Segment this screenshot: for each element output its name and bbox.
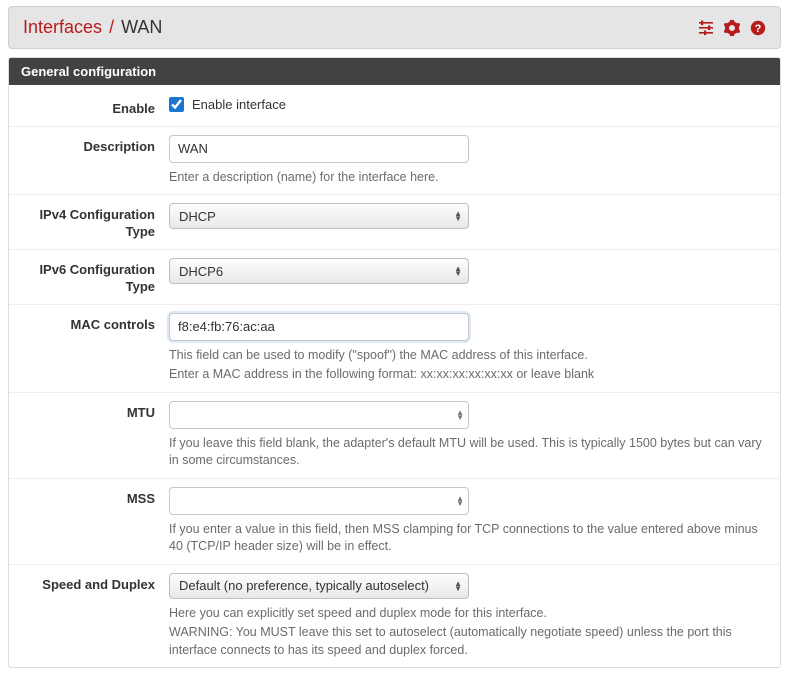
speed-help-2: WARNING: You MUST leave this set to auto… <box>169 624 768 659</box>
label-mtu: MTU <box>9 401 169 470</box>
label-description: Description <box>9 135 169 187</box>
speed-duplex-value: Default (no preference, typically autose… <box>179 578 429 593</box>
row-ipv4-type: IPv4 Configuration Type DHCP ▲▼ <box>9 194 780 249</box>
label-enable: Enable <box>9 97 169 118</box>
mac-help-2: Enter a MAC address in the following for… <box>169 366 768 384</box>
label-mss: MSS <box>9 487 169 556</box>
help-icon[interactable]: ? <box>750 20 766 36</box>
chevron-updown-icon: ▲▼ <box>454 211 462 221</box>
row-description: Description Enter a description (name) f… <box>9 126 780 195</box>
label-ipv4-type: IPv4 Configuration Type <box>9 203 169 241</box>
speed-duplex-select[interactable]: Default (no preference, typically autose… <box>169 573 469 599</box>
ipv6-type-select[interactable]: DHCP6 ▲▼ <box>169 258 469 284</box>
svg-text:?: ? <box>755 23 762 35</box>
label-speed-duplex: Speed and Duplex <box>9 573 169 660</box>
ipv4-type-select[interactable]: DHCP ▲▼ <box>169 203 469 229</box>
row-ipv6-type: IPv6 Configuration Type DHCP6 ▲▼ <box>9 249 780 304</box>
label-ipv6-type: IPv6 Configuration Type <box>9 258 169 296</box>
ipv4-type-value: DHCP <box>179 209 216 224</box>
breadcrumb: Interfaces / WAN <box>23 17 162 38</box>
breadcrumb-root[interactable]: Interfaces <box>23 17 102 37</box>
page-header: Interfaces / WAN ? <box>8 6 781 49</box>
general-config-panel: General configuration Enable Enable inte… <box>8 57 781 668</box>
label-mac: MAC controls <box>9 313 169 384</box>
mac-input[interactable] <box>169 313 469 341</box>
gear-icon[interactable] <box>724 20 740 36</box>
row-mss: MSS ▲▼ If you enter a value in this fiel… <box>9 478 780 564</box>
mac-help-1: This field can be used to modify ("spoof… <box>169 347 768 365</box>
mtu-help: If you leave this field blank, the adapt… <box>169 435 768 470</box>
row-enable: Enable Enable interface <box>9 85 780 126</box>
enable-checkbox-wrap[interactable]: Enable interface <box>169 97 768 112</box>
ipv6-type-value: DHCP6 <box>179 264 223 279</box>
sliders-icon[interactable] <box>698 20 714 36</box>
description-help: Enter a description (name) for the inter… <box>169 169 768 187</box>
mss-input[interactable] <box>169 487 469 515</box>
mss-help: If you enter a value in this field, then… <box>169 521 768 556</box>
chevron-updown-icon: ▲▼ <box>454 581 462 591</box>
description-input[interactable] <box>169 135 469 163</box>
mtu-input[interactable] <box>169 401 469 429</box>
row-mtu: MTU ▲▼ If you leave this field blank, th… <box>9 392 780 478</box>
enable-checkbox[interactable] <box>169 97 184 112</box>
row-speed-duplex: Speed and Duplex Default (no preference,… <box>9 564 780 668</box>
speed-help-1: Here you can explicitly set speed and du… <box>169 605 768 623</box>
header-icons: ? <box>698 20 766 36</box>
chevron-updown-icon: ▲▼ <box>454 266 462 276</box>
panel-title: General configuration <box>9 58 780 85</box>
enable-checkbox-label: Enable interface <box>192 97 286 112</box>
breadcrumb-leaf: WAN <box>121 17 162 37</box>
row-mac: MAC controls This field can be used to m… <box>9 304 780 392</box>
breadcrumb-sep: / <box>109 17 114 37</box>
